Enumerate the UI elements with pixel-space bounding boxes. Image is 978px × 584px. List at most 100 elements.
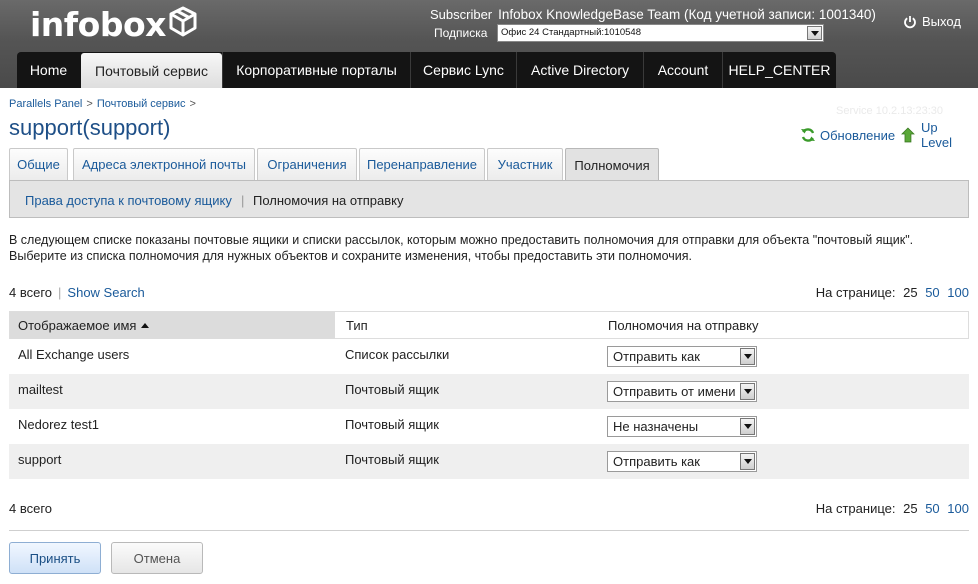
row-name: mailtest [18,382,63,397]
column-header-type[interactable]: Тип [346,312,368,339]
chevron-down-icon[interactable] [807,26,822,40]
up-level-label: Up Level [920,120,953,150]
permissions-subnav: Права доступа к почтовому ящику | Полном… [9,180,969,218]
refresh-icon [801,128,815,142]
subtab-send-as[interactable]: Полномочия на отправку [253,193,404,208]
nav-tab-active-directory[interactable]: Active Directory [516,52,643,88]
row-type: Почтовый ящик [345,452,439,467]
page-title: support(support) [9,115,171,140]
chevron-down-icon[interactable] [740,453,755,470]
nav-tab-mail-service[interactable]: Почтовый сервис [81,53,222,88]
total-count-bottom: 4 всего [9,501,53,516]
tab-general[interactable]: Общие [9,148,68,180]
logout-label: Выход [922,14,961,29]
subscriber-info: Subscriber Infobox KnowledgeBase Team (Ко… [430,7,876,23]
refresh-button[interactable]: Обновление [800,127,895,143]
nav-tab-lync[interactable]: Сервис Lync [410,52,516,88]
nav-tab-label: Сервис Lync [423,62,504,78]
column-header-send-permission: Полномочия на отправку [608,318,759,333]
tab-label: Общие [17,157,60,172]
permission-select[interactable]: Отправить как [607,451,757,472]
table-row: Nedorez test1 Почтовый ящик Не назначены [9,409,969,444]
per-page-label: На странице: [815,285,896,300]
breadcrumb-separator: > [86,98,93,110]
divider: | [58,285,62,300]
cancel-button[interactable]: Отмена [111,542,203,574]
permission-select[interactable]: Отправить как [607,346,757,367]
row-name: support [18,452,62,467]
column-header-display-name[interactable]: Отображаемое имя [10,312,335,339]
chevron-down-icon[interactable] [740,348,755,365]
nav-tab-label: HELP_CENTER [728,62,831,78]
tab-member[interactable]: Участник [487,148,563,180]
breadcrumb-parallels-panel[interactable]: Parallels Panel [9,98,82,110]
breadcrumb: Parallels Panel > Почтовый сервис > [9,98,200,110]
main-nav: Home Почтовый сервис Корпоративные порта… [17,52,836,88]
per-page-50[interactable]: 50 [925,501,939,516]
accept-button[interactable]: Принять [9,542,101,574]
chevron-down-icon[interactable] [740,418,755,435]
show-search-link[interactable]: Show Search [67,285,144,300]
logo-text: infobox [30,4,166,44]
per-page-label: На странице: [815,501,896,516]
chevron-down-icon[interactable] [740,383,755,400]
up-level-button[interactable]: Up Level [901,120,972,150]
up-arrow-icon [901,127,915,143]
server-info-text: Service 10.2.13:23:30 [836,105,944,117]
description: В следующем списке показаны почтовые ящи… [9,232,971,264]
divider [9,530,969,531]
nav-tab-account[interactable]: Account [643,52,722,88]
permission-select-value: Отправить от имени [613,384,736,399]
tab-label: Перенаправление [366,157,478,172]
tab-email-addresses[interactable]: Адреса электронной почты [73,148,255,180]
nav-tab-label: Home [29,62,68,78]
permissions-table: Отображаемое имя Тип Полномочия на отпра… [9,311,969,479]
nav-tab-corporate-portals[interactable]: Корпоративные порталы [222,52,410,88]
subscription-select[interactable]: Офис 24 Стандартный:1010548 [497,24,824,42]
per-page-25: 25 [903,501,918,516]
table-row: support Почтовый ящик Отправить как [9,444,969,479]
tab-label: Адреса электронной почты [82,157,246,172]
tab-restrictions[interactable]: Ограничения [257,148,357,180]
tab-label: Полномочия [574,157,650,173]
tab-label: Ограничения [267,157,347,172]
nav-tab-home[interactable]: Home [17,52,80,88]
subscriber-value: Infobox KnowledgeBase Team (Код учетной … [498,7,876,22]
nav-tab-label: Корпоративные порталы [236,62,397,78]
tab-forwarding[interactable]: Перенаправление [359,148,485,180]
nav-tab-help-center[interactable]: HELP_CENTER [722,52,836,88]
table-header: Отображаемое имя Тип Полномочия на отпра… [9,311,969,339]
subtab-mailbox-access[interactable]: Права доступа к почтовому ящику [25,193,232,208]
nav-tab-label: Account [657,62,709,78]
tab-label: Участник [497,157,553,172]
nav-tab-label: Почтовый сервис [95,62,208,79]
subscription-label: Подписка [434,26,488,40]
per-page-100[interactable]: 100 [947,285,969,300]
breadcrumb-mail-service[interactable]: Почтовый сервис [97,98,186,110]
per-page-top: На странице: 25 50 100 [816,285,969,300]
per-page-bottom: На странице: 25 50 100 [816,501,969,516]
per-page-50[interactable]: 50 [925,285,939,300]
tab-permissions[interactable]: Полномочия [565,148,659,181]
permission-select[interactable]: Отправить от имени [607,381,757,402]
logo[interactable]: infobox [30,4,198,44]
permission-select[interactable]: Не назначены [607,416,757,437]
row-name: Nedorez test1 [18,417,99,432]
description-line: В следующем списке показаны почтовые ящи… [9,233,914,247]
table-row: mailtest Почтовый ящик Отправить от имен… [9,374,969,409]
row-name: All Exchange users [18,347,130,362]
breadcrumb-separator: > [189,98,196,110]
description-line: Выберите из списка полномочия для нужных… [9,249,692,263]
subscription-select-value: Офис 24 Стандартный:1010548 [501,27,641,38]
column-header-label: Отображаемое имя [18,318,137,333]
logout-link[interactable]: Выход [903,14,961,29]
subscriber-label: Subscriber [430,7,493,22]
permission-select-value: Отправить как [613,349,700,364]
per-page-100[interactable]: 100 [947,501,969,516]
permission-select-value: Отправить как [613,454,700,469]
page-actions: Обновление Up Level [800,120,978,150]
per-page-25: 25 [903,285,918,300]
subtab-separator: | [241,193,245,208]
top-header: infobox Subscriber Infobox KnowledgeBase … [0,0,978,88]
table-row: All Exchange users Список рассылки Отпра… [9,339,969,374]
